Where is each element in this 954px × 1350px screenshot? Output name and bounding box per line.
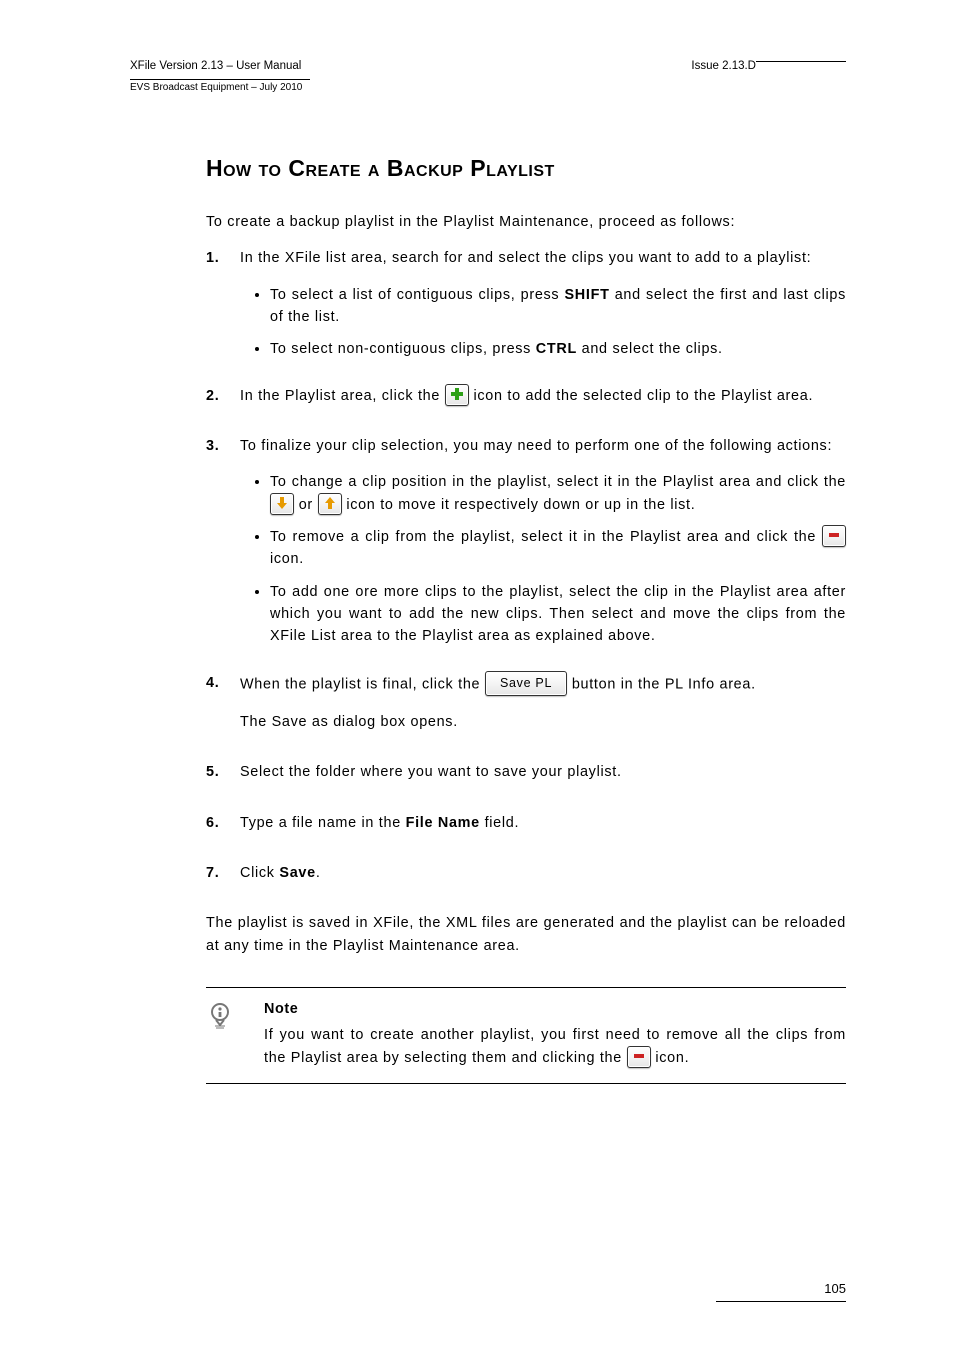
step-2-num: 2. bbox=[206, 385, 240, 421]
step-4-num: 4. bbox=[206, 672, 240, 748]
step-7-a: Click bbox=[240, 865, 279, 881]
step-2-b: icon to add the selected clip to the Pla… bbox=[473, 388, 813, 404]
step-4-a: When the playlist is final, click the bbox=[240, 676, 485, 692]
plus-icon[interactable] bbox=[445, 384, 469, 406]
step-1-sub1-a: To select a list of contiguous clips, pr… bbox=[270, 287, 564, 303]
kw-save: Save bbox=[279, 865, 315, 881]
kw-ctrl: CTRL bbox=[536, 341, 577, 357]
step-6-a: Type a file name in the bbox=[240, 815, 406, 831]
header-issue: Issue 2.13.D bbox=[691, 60, 756, 72]
step-1-sub2-a: To select non-contiguous clips, press bbox=[270, 341, 536, 357]
header-product: XFile Version 2.13 – User Manual bbox=[130, 60, 301, 72]
step-4-c: The Save as dialog box opens. bbox=[240, 711, 846, 733]
step-3-sub2-b: icon. bbox=[270, 551, 304, 567]
arrow-up-icon[interactable] bbox=[318, 493, 342, 515]
header-company: EVS Broadcast Equipment – July 2010 bbox=[130, 80, 310, 96]
step-1-sub-2: To select non-contiguous clips, press CT… bbox=[270, 338, 846, 360]
step-5: 5. Select the folder where you want to s… bbox=[206, 761, 846, 797]
step-7-b: . bbox=[316, 865, 321, 881]
step-3-sub1-c: icon to move it respectively down or up … bbox=[346, 497, 695, 513]
arrow-down-icon[interactable] bbox=[270, 493, 294, 515]
step-7: 7. Click Save. bbox=[206, 862, 846, 898]
page-number: 105 bbox=[716, 1279, 846, 1299]
step-5-num: 5. bbox=[206, 761, 240, 797]
step-4-b: button in the PL Info area. bbox=[572, 676, 756, 692]
note-text-a: If you want to create another playlist, … bbox=[264, 1027, 846, 1065]
note-title: Note bbox=[264, 998, 846, 1020]
step-4: 4. When the playlist is final, click the… bbox=[206, 672, 846, 748]
step-3-sub1-a: To change a clip position in the playlis… bbox=[270, 474, 846, 490]
step-1: 1. In the XFile list area, search for an… bbox=[206, 247, 846, 370]
step-5-text: Select the folder where you want to save… bbox=[240, 761, 846, 783]
step-3-sub-3: To add one ore more clips to the playlis… bbox=[270, 581, 846, 648]
kw-shift: SHIFT bbox=[564, 287, 609, 303]
minus-icon[interactable] bbox=[627, 1046, 651, 1068]
page-title: How to Create a Backup Playlist bbox=[206, 151, 846, 187]
step-3-sub2-a: To remove a clip from the playlist, sele… bbox=[270, 529, 822, 545]
step-2-a: In the Playlist area, click the bbox=[240, 388, 445, 404]
step-3: 3. To finalize your clip selection, you … bbox=[206, 435, 846, 658]
step-1-num: 1. bbox=[206, 247, 240, 370]
save-pl-button[interactable]: Save PL bbox=[485, 671, 567, 696]
kw-file-name: File Name bbox=[406, 815, 480, 831]
outro-text: The playlist is saved in XFile, the XML … bbox=[206, 912, 846, 957]
step-6: 6. Type a file name in the File Name fie… bbox=[206, 812, 846, 848]
page-footer: 105 bbox=[716, 1279, 846, 1302]
step-6-num: 6. bbox=[206, 812, 240, 848]
note-box: Note If you want to create another playl… bbox=[206, 987, 846, 1084]
intro-text: To create a backup playlist in the Playl… bbox=[206, 211, 846, 233]
step-3-text: To finalize your clip selection, you may… bbox=[240, 435, 846, 457]
step-3-num: 3. bbox=[206, 435, 240, 658]
step-1-sub2-b: and select the clips. bbox=[577, 341, 723, 357]
step-3-sub-1: To change a clip position in the playlis… bbox=[270, 471, 846, 516]
step-7-num: 7. bbox=[206, 862, 240, 898]
note-text-b: icon. bbox=[655, 1050, 689, 1066]
step-3-sub-2: To remove a clip from the playlist, sele… bbox=[270, 526, 846, 571]
minus-icon[interactable] bbox=[822, 525, 846, 547]
note-icon bbox=[206, 998, 264, 1069]
step-3-sub1-b: or bbox=[299, 497, 318, 513]
step-1-sub-1: To select a list of contiguous clips, pr… bbox=[270, 284, 846, 329]
step-1-text: In the XFile list area, search for and s… bbox=[240, 247, 846, 269]
step-6-b: field. bbox=[480, 815, 519, 831]
step-2: 2. In the Playlist area, click the icon … bbox=[206, 385, 846, 421]
